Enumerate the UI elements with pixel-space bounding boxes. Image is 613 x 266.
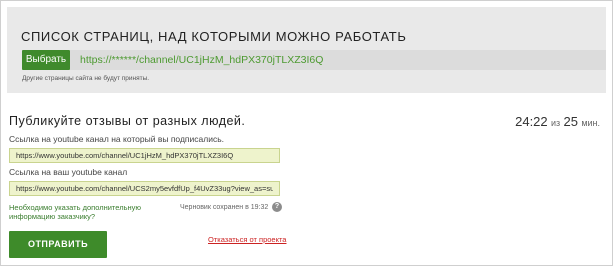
task-title: Публикуйте отзывы от разных людей. (9, 114, 246, 128)
choose-button[interactable]: Выбрать (22, 50, 70, 70)
own-channel-input[interactable] (9, 181, 280, 196)
submit-button[interactable]: ОТПРАВИТЬ (9, 231, 107, 258)
help-icon[interactable]: ? (272, 202, 282, 212)
pages-panel: СПИСОК СТРАНИЦ, НАД КОТОРЫМИ МОЖНО РАБОТ… (7, 7, 606, 93)
task-frame: СПИСОК СТРАНИЦ, НАД КОТОРЫМИ МОЖНО РАБОТ… (0, 0, 613, 266)
task-timer: 24:22 из 25 мин. (515, 114, 600, 129)
pages-panel-note: Другие страницы сайта не будут приняты. (22, 75, 150, 82)
pages-panel-title: СПИСОК СТРАНИЦ, НАД КОТОРЫМИ МОЖНО РАБОТ… (21, 29, 407, 44)
subscribed-channel-input[interactable] (9, 148, 280, 163)
timer-of: из (551, 118, 561, 128)
subscribed-channel-label: Ссылка на youtube канал на который вы по… (9, 134, 224, 144)
timer-total: 25 (563, 114, 578, 129)
allowed-page-url[interactable]: https://******/channel/UC1jHzM_hdPX370jT… (80, 50, 323, 70)
own-channel-label: Ссылка на ваш youtube канал (9, 167, 128, 177)
timer-unit: мин. (581, 118, 600, 128)
allowed-page-url-bar: https://******/channel/UC1jHzM_hdPX370jT… (70, 50, 606, 70)
refuse-project-link[interactable]: Отказаться от проекта (208, 235, 286, 244)
extra-info-link[interactable]: Необходимо указать дополнительную информ… (9, 203, 149, 221)
draft-saved-status: Черновик сохранен в 19:32 (180, 204, 269, 211)
timer-value: 24:22 (515, 114, 548, 129)
